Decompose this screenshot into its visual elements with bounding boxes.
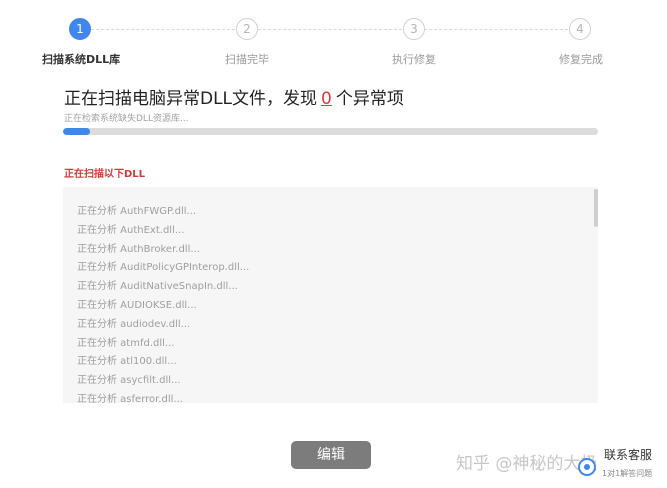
dll-list-item: 正在分析 AuditNativeSnapIn.dll... bbox=[77, 281, 238, 293]
section-title: 正在扫描以下DLL bbox=[64, 169, 146, 180]
scroll-thumb[interactable] bbox=[594, 189, 598, 227]
scan-title-prefix: 正在扫描电脑异常DLL文件，发现 bbox=[64, 89, 318, 109]
step-3-label: 执行修复 bbox=[392, 53, 436, 66]
dll-list-item: 正在分析 atl100.dll... bbox=[77, 356, 177, 368]
scan-title-suffix: 个异常项 bbox=[335, 89, 404, 109]
dll-list-item: 正在分析 AUDIOKSE.dll... bbox=[77, 299, 197, 311]
watermark: 知乎 @神秘的大极 bbox=[456, 454, 598, 474]
dll-list-item: 正在分析 AuthBroker.dll... bbox=[77, 243, 200, 255]
headset-icon bbox=[578, 458, 596, 476]
step-2-circle: 2 bbox=[236, 18, 258, 40]
step-1-label: 扫描系统DLL库 bbox=[42, 53, 121, 66]
step-connector bbox=[258, 29, 402, 30]
scan-title: 正在扫描电脑异常DLL文件，发现 0 个异常项 bbox=[64, 84, 404, 109]
step-connector bbox=[91, 29, 235, 30]
step-connector bbox=[424, 29, 568, 30]
step-4-circle: 4 bbox=[569, 18, 591, 40]
progress-stepper: 1 2 3 4 扫描系统DLL库 扫描完毕 执行修复 修复完成 bbox=[0, 0, 667, 70]
dll-list-item: 正在分析 AuthExt.dll... bbox=[77, 224, 185, 236]
dll-list-item: 正在分析 audiodev.dll... bbox=[77, 318, 191, 330]
list-scrollbar[interactable] bbox=[594, 187, 598, 403]
dll-list-item: 正在分析 AuthFWGP.dll... bbox=[77, 206, 197, 217]
customer-service-widget[interactable]: 联系客服 1对1解答问题 bbox=[578, 446, 667, 486]
dll-scan-list: 正在分析 AuthFWGP.dll... 正在分析 AuthExt.dll... 正… bbox=[63, 187, 598, 403]
edit-button[interactable]: 编辑 bbox=[291, 441, 371, 469]
dll-list: 正在分析 AuthFWGP.dll... 正在分析 AuthExt.dll... 正… bbox=[77, 205, 249, 403]
step-4-label: 修复完成 bbox=[559, 53, 603, 66]
step-2-label: 扫描完毕 bbox=[225, 53, 269, 66]
service-subtitle: 1对1解答问题 bbox=[602, 469, 653, 478]
found-count: 0 bbox=[321, 89, 332, 109]
scan-progress-fill bbox=[63, 128, 90, 135]
dll-list-item: 正在分析 AuditPolicyGPInterop.dll... bbox=[77, 262, 250, 274]
dll-list-item: 正在分析 asferror.dll... bbox=[77, 393, 183, 403]
step-1-circle: 1 bbox=[69, 18, 91, 40]
scan-status-text: 正在检索系统缺失DLL资源库... bbox=[64, 114, 189, 124]
service-title: 联系客服 bbox=[604, 448, 653, 462]
dll-list-item: 正在分析 asycfilt.dll... bbox=[77, 375, 181, 387]
step-3-circle: 3 bbox=[403, 18, 425, 40]
dll-list-item: 正在分析 atmfd.dll... bbox=[77, 337, 175, 349]
scan-progress-bar bbox=[63, 128, 598, 135]
